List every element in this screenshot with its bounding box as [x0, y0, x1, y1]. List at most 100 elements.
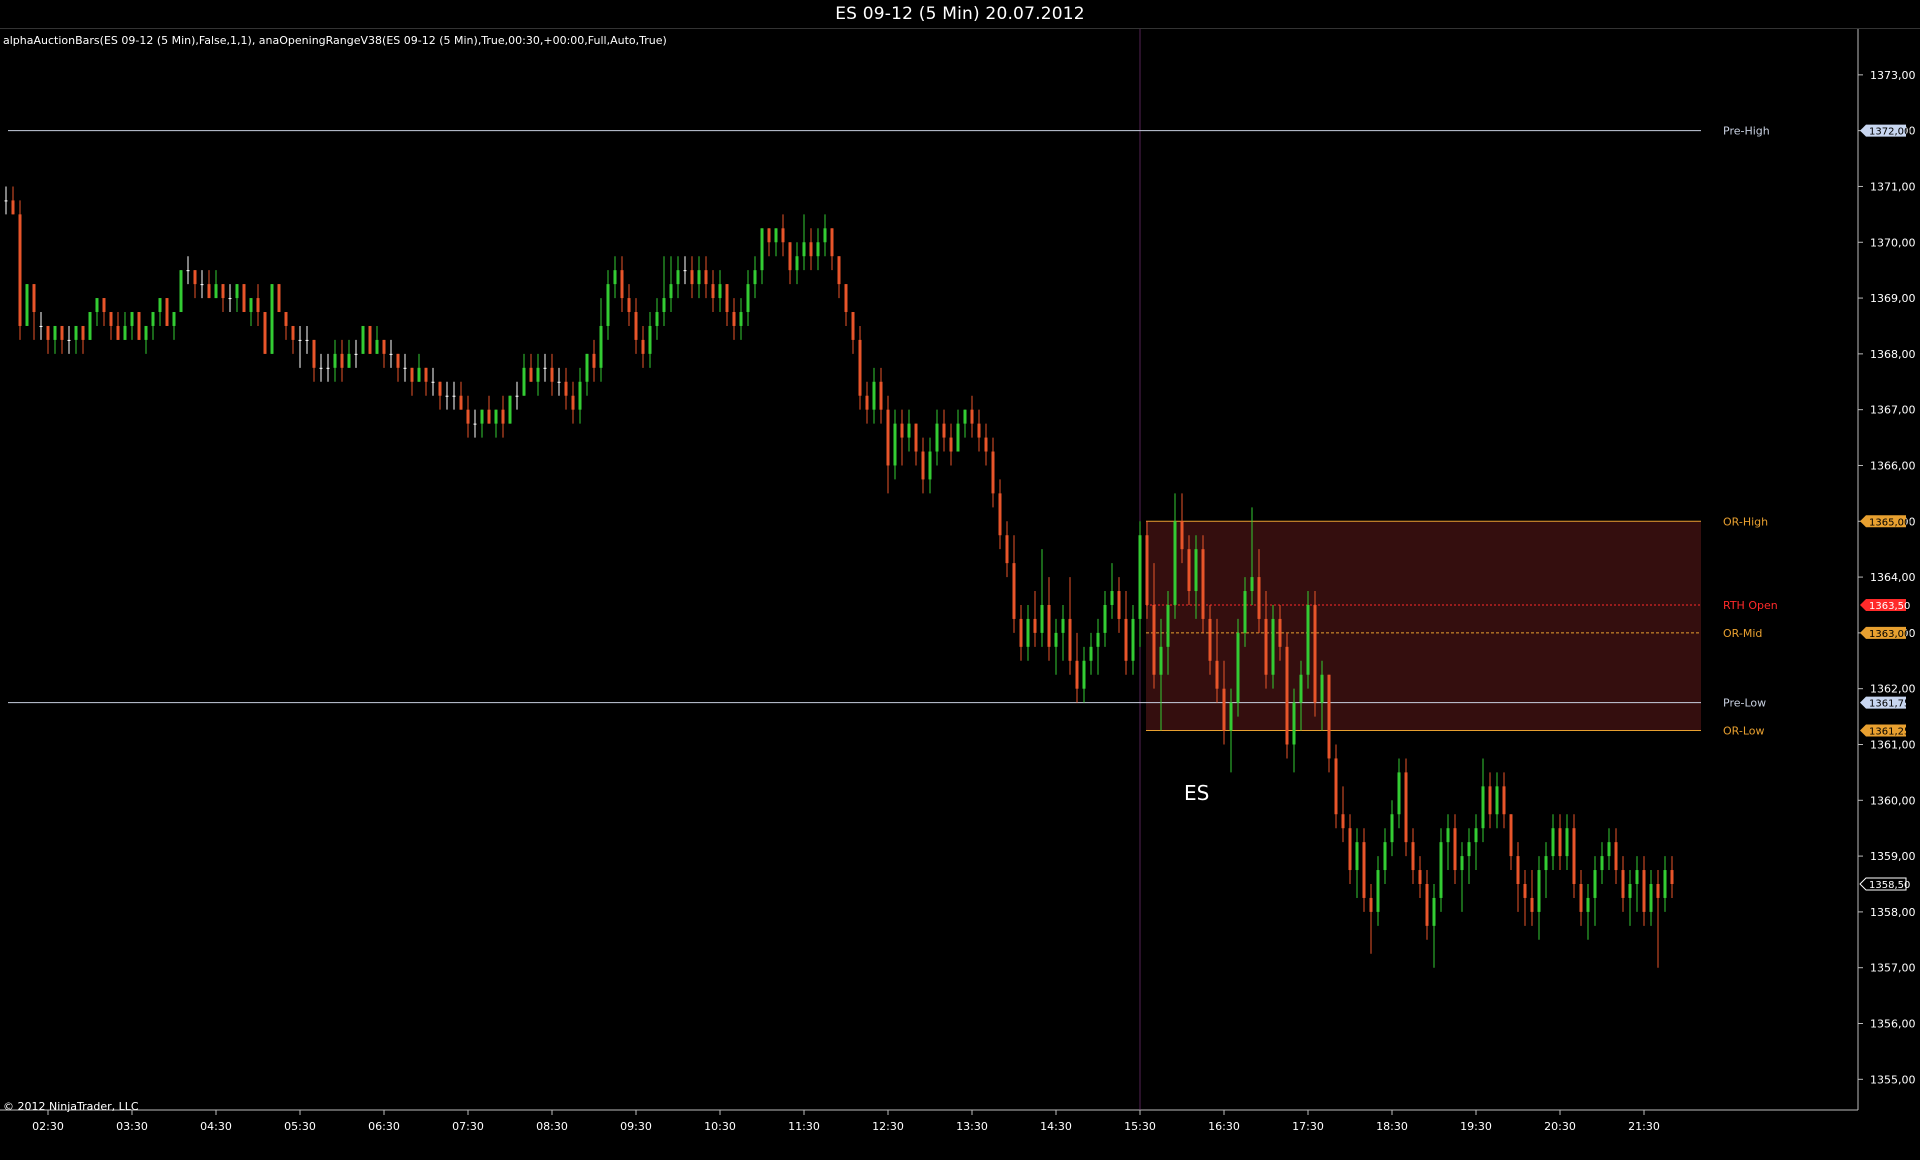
candle-body — [1033, 618, 1037, 633]
candle — [1453, 814, 1457, 884]
candle-body — [613, 270, 617, 285]
candle-body — [466, 409, 470, 424]
candle-body — [18, 214, 22, 326]
candle-body — [452, 395, 456, 397]
candle — [858, 325, 862, 410]
chart-panel[interactable]: 1373,00 1372,00 1371,00 1370,00 1369,00 1368,… — [0, 28, 1920, 1160]
candle — [1089, 632, 1093, 675]
candle — [732, 298, 736, 340]
candle — [333, 339, 337, 382]
candle — [1614, 828, 1618, 884]
price-tag-label: 1372,00 — [1869, 127, 1910, 138]
candle — [1047, 577, 1051, 661]
y-tick-label: 1373,00 — [1870, 69, 1916, 82]
candle — [823, 214, 827, 257]
candle — [592, 339, 596, 382]
candle-body — [88, 312, 92, 340]
candle — [214, 270, 218, 299]
candle-body — [508, 395, 512, 424]
candle-body — [193, 270, 197, 285]
candle-body — [585, 353, 589, 382]
candle — [1565, 814, 1569, 871]
candle-body — [592, 353, 596, 368]
candle-body — [1516, 856, 1520, 884]
candle — [711, 270, 715, 313]
candle-body — [564, 381, 568, 396]
candle — [1040, 549, 1044, 647]
candle-body — [900, 423, 904, 438]
candle — [151, 312, 155, 340]
candle-body — [1236, 632, 1240, 703]
candle-body — [109, 312, 113, 326]
candle — [403, 353, 407, 382]
candle — [949, 423, 953, 466]
candle — [683, 256, 687, 285]
candle-body — [830, 228, 834, 257]
candle — [1334, 744, 1338, 829]
candle-body — [270, 284, 274, 354]
candle — [1537, 856, 1541, 940]
candle-body — [942, 423, 946, 438]
candle-body — [991, 451, 995, 494]
candle — [1432, 883, 1436, 968]
candle-body — [522, 367, 526, 396]
x-tick-label: 02:30 — [32, 1120, 64, 1133]
candle-body — [1152, 604, 1156, 675]
candle — [116, 312, 120, 340]
y-tick-label: 1361,00 — [1870, 738, 1916, 751]
candle — [1110, 563, 1114, 619]
candle — [74, 325, 78, 354]
candle-body — [1558, 828, 1562, 857]
candle — [270, 284, 274, 354]
candle — [1467, 828, 1471, 884]
candle — [1642, 856, 1646, 926]
candle-body — [1159, 646, 1163, 675]
candle — [109, 312, 113, 340]
candle-body — [1341, 814, 1345, 829]
candle — [53, 325, 57, 354]
candle — [158, 298, 162, 326]
candle-body — [1096, 632, 1100, 647]
candle — [788, 242, 792, 285]
candle-body — [550, 367, 554, 382]
candle — [4, 186, 8, 215]
x-tick-label: 09:30 — [620, 1120, 652, 1133]
candle — [648, 312, 652, 368]
candle — [522, 353, 526, 396]
candle — [207, 270, 211, 299]
candle-body — [74, 325, 78, 340]
candle — [795, 242, 799, 285]
candle-body — [718, 284, 722, 299]
candle-body — [494, 409, 498, 424]
candle — [326, 353, 330, 382]
candle-body — [4, 200, 8, 202]
candle-body — [319, 367, 323, 369]
price-tag: 1363,50 — [1860, 598, 1910, 612]
candle — [1033, 591, 1037, 647]
x-tick-label: 20:30 — [1544, 1120, 1576, 1133]
candle-body — [1586, 897, 1590, 912]
candle-body — [263, 312, 267, 354]
candle — [1327, 674, 1331, 773]
candle-body — [662, 298, 666, 313]
candle — [60, 325, 64, 354]
candle — [1012, 535, 1016, 633]
candle — [928, 437, 932, 494]
candle — [1488, 772, 1492, 829]
candle — [564, 367, 568, 410]
candle-body — [151, 312, 155, 326]
candle — [1054, 618, 1058, 675]
candle-body — [837, 256, 841, 285]
candle — [95, 298, 99, 326]
candle-body — [998, 493, 1002, 536]
price-tag-label: 1361,25 — [1869, 727, 1910, 738]
price-chart[interactable]: 1373,00 1372,00 1371,00 1370,00 1369,00 1368,… — [0, 29, 1920, 1160]
price-tag-label: 1361,75 — [1869, 699, 1910, 710]
candle — [1586, 883, 1590, 940]
candle — [368, 325, 372, 354]
candle-body — [354, 353, 358, 355]
candle — [746, 270, 750, 326]
candle-body — [214, 284, 218, 299]
y-tick-label: 1370,00 — [1870, 236, 1916, 249]
candle — [851, 312, 855, 354]
